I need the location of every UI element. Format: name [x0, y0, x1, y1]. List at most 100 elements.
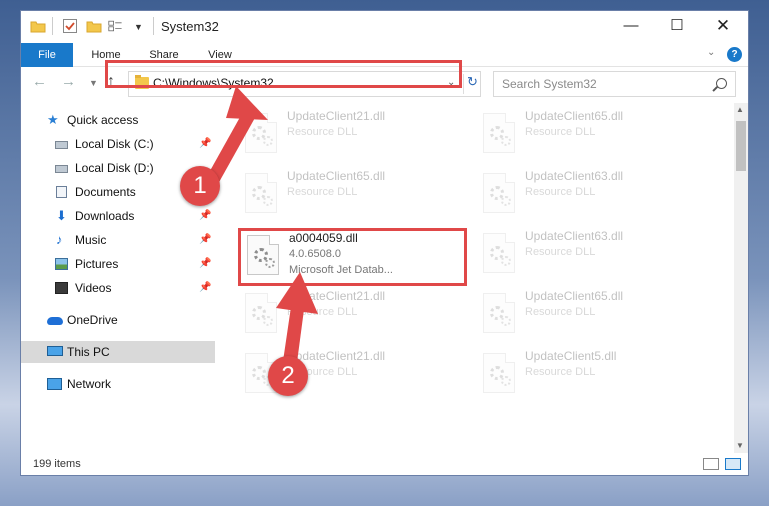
tab-home[interactable]: Home: [81, 43, 131, 67]
new-folder-icon[interactable]: [86, 18, 102, 34]
sidebar-item-pictures[interactable]: Pictures 📌: [21, 253, 215, 275]
expand-ribbon-icon[interactable]: ⌄: [707, 47, 715, 58]
scroll-down-icon[interactable]: ▼: [736, 441, 744, 450]
file-name: UpdateClient65.dll: [287, 169, 386, 183]
sidebar-item-label: Videos: [75, 281, 112, 295]
file-type: Resource DLL: [525, 246, 596, 258]
file-list: UpdateClient21.dll Resource DLL UpdateCl…: [219, 103, 734, 453]
recent-locations-icon[interactable]: ▼: [89, 78, 98, 88]
vertical-scrollbar[interactable]: ▲ ▼: [734, 103, 748, 453]
search-input[interactable]: Search System32: [493, 71, 736, 97]
pin-icon[interactable]: 📌: [199, 277, 211, 299]
sidebar-item-quick-access[interactable]: ★ Quick access: [21, 109, 215, 131]
network-icon: [47, 378, 62, 390]
dll-file-icon: [483, 233, 515, 273]
file-name: UpdateClient63.dll: [525, 229, 624, 243]
large-icons-view-icon[interactable]: [725, 458, 741, 470]
file-type: Microsoft Jet Datab...: [289, 264, 393, 276]
music-icon: ♪: [56, 232, 63, 247]
documents-icon: [56, 186, 67, 198]
chevron-down-icon[interactable]: ⌄: [447, 77, 455, 88]
sidebar-item-label: Local Disk (D:): [75, 161, 154, 175]
file-item[interactable]: UpdateClient5.dll Resource DLL: [477, 347, 697, 401]
up-arrow-icon[interactable]: ↑: [107, 73, 115, 91]
folder-icon[interactable]: [30, 18, 46, 34]
dll-file-icon: [245, 113, 277, 153]
tab-share[interactable]: Share: [141, 43, 187, 67]
pin-icon[interactable]: 📌: [199, 229, 211, 251]
sidebar-item-this-pc[interactable]: This PC: [21, 341, 215, 363]
file-item[interactable]: UpdateClient63.dll Resource DLL: [477, 167, 697, 221]
file-name: UpdateClient21.dll: [287, 289, 386, 303]
pin-icon[interactable]: 📌: [199, 253, 211, 275]
file-item[interactable]: UpdateClient65.dll Resource DLL: [477, 107, 697, 161]
dll-file-icon: [483, 353, 515, 393]
cloud-icon: [47, 317, 63, 325]
tab-view[interactable]: View: [199, 43, 241, 67]
pictures-icon: [55, 258, 68, 270]
sidebar-item-videos[interactable]: Videos 📌: [21, 277, 215, 299]
scrollbar-thumb[interactable]: [736, 121, 746, 171]
dll-file-icon: [247, 235, 279, 275]
sidebar-item-label: Pictures: [75, 257, 119, 271]
sidebar-item-network[interactable]: Network: [21, 373, 215, 395]
address-path[interactable]: C:\Windows\System32: [153, 76, 274, 90]
sidebar-item-label: Documents: [75, 185, 136, 199]
maximize-button[interactable]: ☐: [654, 11, 700, 43]
minimize-button[interactable]: —: [608, 11, 654, 43]
navigation-bar: ← → ▼ ↑ C:\Windows\System32 ⌄ ↻ Search S…: [21, 69, 748, 99]
sidebar-item-label: OneDrive: [67, 313, 118, 327]
file-name: UpdateClient65.dll: [525, 109, 624, 123]
file-type: Resource DLL: [525, 126, 596, 138]
sidebar-item-music[interactable]: ♪ Music 📌: [21, 229, 215, 251]
navigation-pane: ★ Quick access Local Disk (C:) 📌 Local D…: [21, 103, 215, 453]
file-item[interactable]: UpdateClient21.dll Resource DLL: [239, 287, 459, 341]
pin-icon[interactable]: 📌: [199, 205, 211, 227]
sidebar-item-label: Music: [75, 233, 107, 247]
drive-icon: [55, 165, 68, 173]
close-button[interactable]: ✕: [700, 11, 746, 43]
pin-icon[interactable]: 📌: [199, 133, 211, 155]
help-icon[interactable]: ?: [727, 47, 742, 62]
dll-file-icon: [483, 113, 515, 153]
file-type: Resource DLL: [287, 126, 358, 138]
sidebar-item-label: Downloads: [75, 209, 135, 223]
file-item[interactable]: UpdateClient63.dll Resource DLL: [477, 227, 697, 281]
dll-file-icon: [245, 173, 277, 213]
ribbon-tabs: File Home Share View ⌄ ?: [21, 43, 748, 67]
file-version: 4.0.6508.0: [289, 248, 341, 260]
sidebar-item-onedrive[interactable]: OneDrive: [21, 309, 215, 331]
properties-check-icon[interactable]: [62, 18, 78, 34]
back-arrow-icon[interactable]: ←: [32, 73, 47, 90]
file-item[interactable]: UpdateClient65.dll Resource DLL: [477, 287, 697, 341]
file-name: UpdateClient5.dll: [525, 349, 617, 363]
title-separator: [52, 17, 53, 35]
title-separator: [153, 17, 154, 35]
customize-quick-access-icon[interactable]: ▼: [134, 22, 143, 38]
explorer-window: ▼ System32 — ☐ ✕ File Home Share View ⌄ …: [20, 10, 749, 476]
file-name: UpdateClient65.dll: [525, 289, 624, 303]
refresh-icon[interactable]: ↻: [463, 74, 481, 94]
sidebar-item-label: Network: [67, 377, 112, 391]
file-item-a0004059[interactable]: a0004059.dll 4.0.6508.0 Microsoft Jet Da…: [241, 229, 461, 283]
file-type: Resource DLL: [287, 306, 358, 318]
details-view-icon[interactable]: [703, 458, 719, 470]
tab-file[interactable]: File: [21, 43, 73, 67]
file-item[interactable]: UpdateClient21.dll Resource DLL: [239, 107, 459, 161]
address-bar[interactable]: C:\Windows\System32 ⌄ ↻: [128, 71, 481, 97]
file-name: UpdateClient63.dll: [525, 169, 624, 183]
view-options-icon[interactable]: [108, 18, 124, 34]
scroll-up-icon[interactable]: ▲: [736, 105, 744, 114]
file-item[interactable]: UpdateClient65.dll Resource DLL: [239, 167, 459, 221]
file-type: Resource DLL: [287, 186, 358, 198]
forward-arrow-icon[interactable]: →: [61, 73, 76, 90]
window-title: System32: [161, 19, 219, 34]
status-bar: 199 items: [21, 453, 748, 475]
sidebar-item-downloads[interactable]: ⬇ Downloads 📌: [21, 205, 215, 227]
step-2-badge: 2: [268, 356, 308, 396]
search-icon[interactable]: [716, 78, 727, 89]
pc-icon: [47, 346, 63, 356]
dll-file-icon: [245, 293, 277, 333]
sidebar-item-label: Quick access: [67, 113, 139, 127]
sidebar-item-local-disk-c[interactable]: Local Disk (C:) 📌: [21, 133, 215, 155]
